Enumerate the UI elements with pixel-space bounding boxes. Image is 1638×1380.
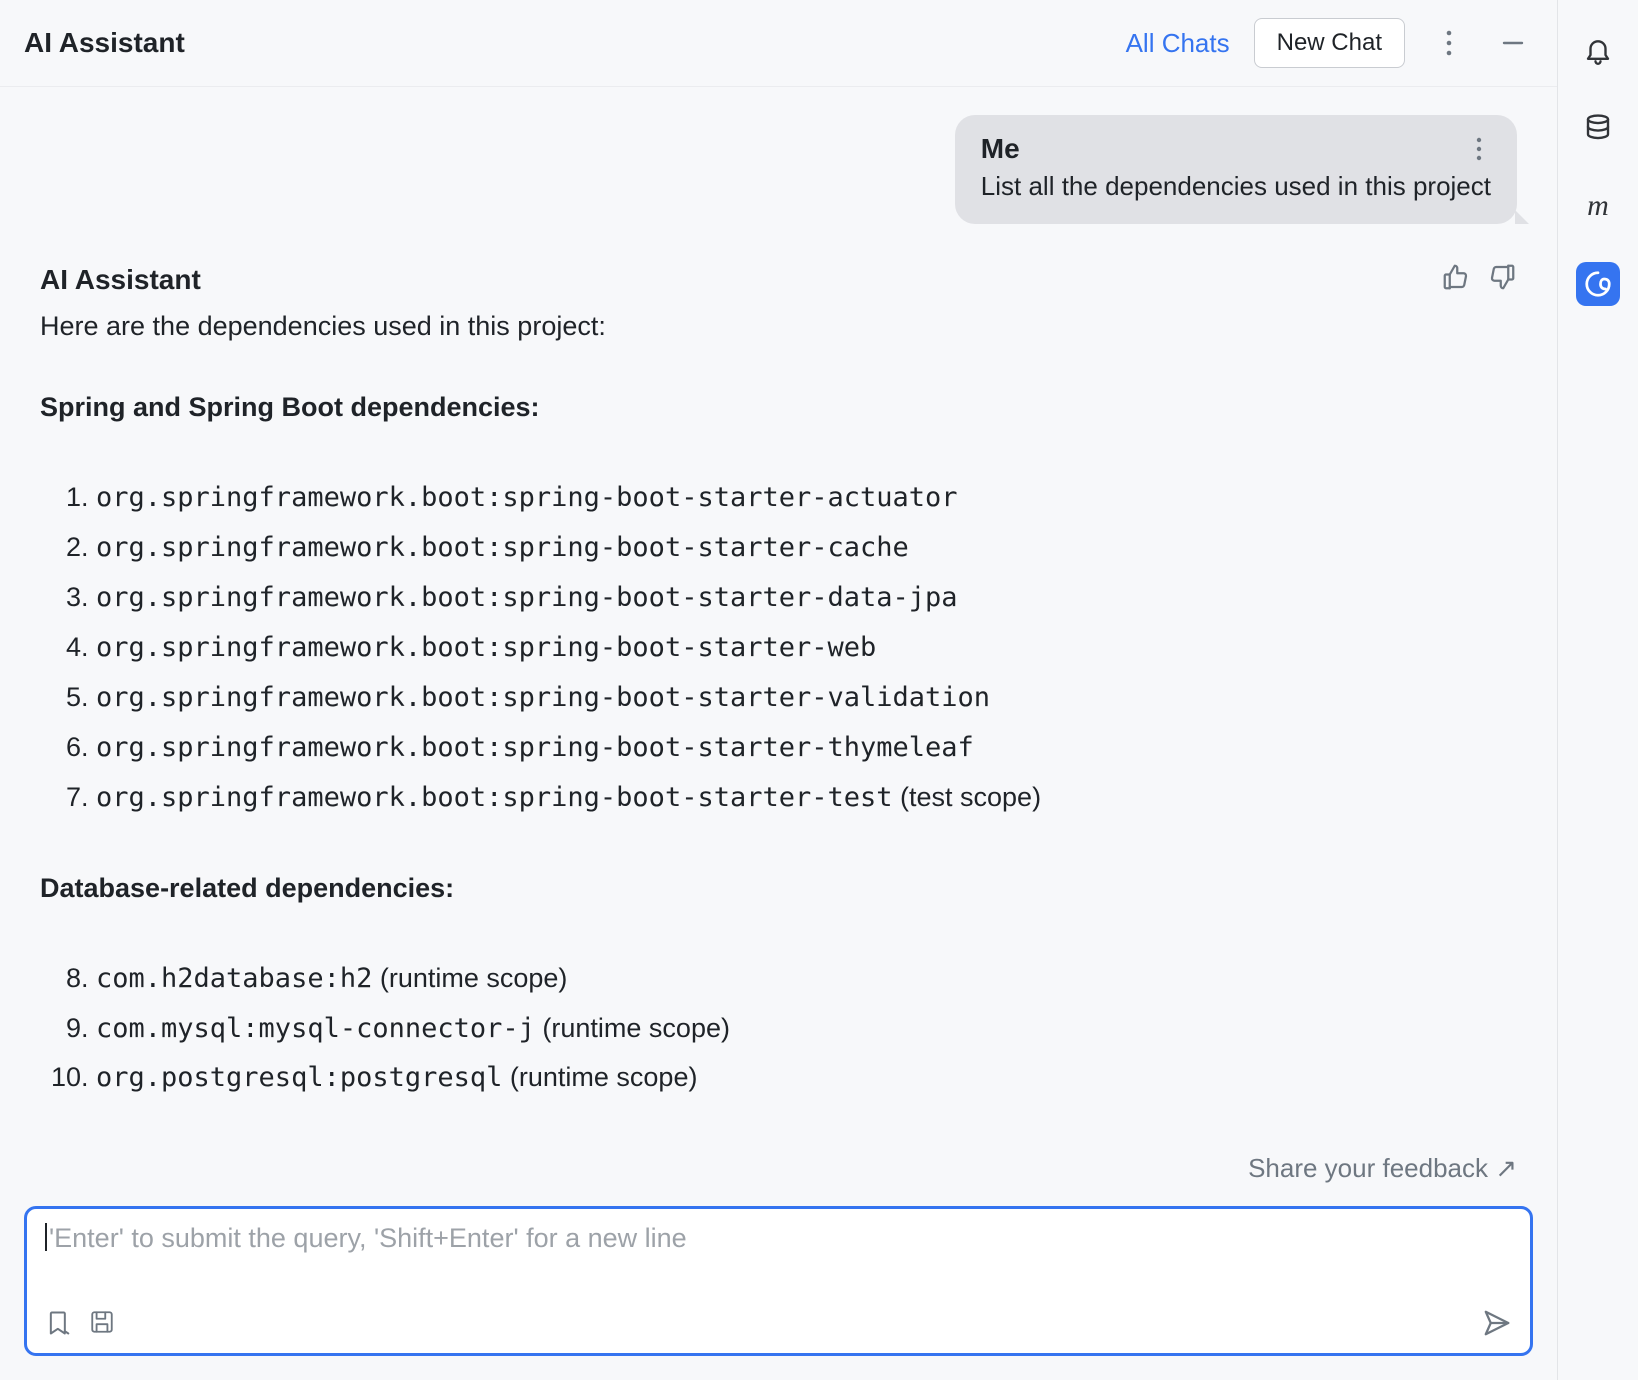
artifact-id: com.mysql:mysql-connector-j	[96, 1013, 535, 1044]
more-options-icon[interactable]	[1429, 23, 1469, 63]
dependency-item: com.mysql:mysql-connector-j (runtime sco…	[96, 1004, 1517, 1054]
dependency-item: org.springframework.boot:spring-boot-sta…	[96, 623, 1517, 673]
chat-input-box[interactable]	[24, 1206, 1533, 1356]
dependency-item: com.h2database:h2 (runtime scope)	[96, 954, 1517, 1004]
maven-icon[interactable]: m	[1576, 184, 1620, 228]
artifact-id: org.springframework.boot:spring-boot-sta…	[96, 682, 990, 713]
dependency-item: org.springframework.boot:spring-boot-sta…	[96, 473, 1517, 523]
artifact-id: org.springframework.boot:spring-boot-sta…	[96, 532, 909, 563]
artifact-id: org.springframework.boot:spring-boot-sta…	[96, 732, 974, 763]
right-rail: m	[1558, 0, 1638, 1380]
main-panel: AI Assistant All Chats New Chat Me	[0, 0, 1558, 1380]
topbar-actions: All Chats New Chat	[1126, 18, 1533, 68]
section-heading: Database-related dependencies:	[40, 873, 1517, 904]
dependency-item: org.postgresql:postgresql (runtime scope…	[96, 1053, 1517, 1103]
assistant-body: Spring and Spring Boot dependencies: org.…	[40, 392, 1517, 1103]
dependency-list: org.springframework.boot:spring-boot-sta…	[40, 473, 1517, 823]
artifact-id: org.springframework.boot:spring-boot-sta…	[96, 582, 958, 613]
user-message-bubble: Me List all the dependencies used in thi…	[955, 115, 1517, 224]
chat-input[interactable]	[49, 1223, 1512, 1285]
scope-note: (runtime scope)	[372, 963, 567, 993]
topbar: AI Assistant All Chats New Chat	[0, 0, 1557, 87]
app-root: AI Assistant All Chats New Chat Me	[0, 0, 1638, 1380]
dependency-item: org.springframework.boot:spring-boot-sta…	[96, 523, 1517, 573]
send-icon[interactable]	[1482, 1308, 1512, 1343]
share-feedback-link[interactable]: Share your feedback ↗	[1248, 1153, 1517, 1184]
artifact-id: org.springframework.boot:spring-boot-sta…	[96, 782, 893, 813]
save-icon[interactable]	[89, 1309, 115, 1342]
thumbs-down-icon[interactable]	[1487, 262, 1517, 297]
artifact-id: org.postgresql:postgresql	[96, 1062, 502, 1093]
text-caret	[45, 1223, 47, 1251]
dependency-item: org.springframework.boot:spring-boot-sta…	[96, 773, 1517, 823]
artifact-id: org.springframework.boot:spring-boot-sta…	[96, 482, 958, 513]
ai-assistant-icon[interactable]	[1576, 262, 1620, 306]
dependency-item: org.springframework.boot:spring-boot-sta…	[96, 573, 1517, 623]
thumbs-up-icon[interactable]	[1441, 262, 1471, 297]
dependency-item: org.springframework.boot:spring-boot-sta…	[96, 673, 1517, 723]
dependency-item: org.springframework.boot:spring-boot-sta…	[96, 723, 1517, 773]
artifact-id: com.h2database:h2	[96, 963, 372, 994]
message-options-icon[interactable]	[1467, 137, 1491, 161]
panel-title: AI Assistant	[24, 27, 185, 59]
scope-note: (runtime scope)	[535, 1013, 730, 1043]
all-chats-link[interactable]: All Chats	[1126, 28, 1230, 59]
assistant-intro: Here are the dependencies used in this p…	[40, 311, 1517, 342]
user-name: Me	[981, 133, 1020, 165]
dependency-list: com.h2database:h2 (runtime scope)com.mys…	[40, 954, 1517, 1104]
bookmark-icon[interactable]	[45, 1309, 73, 1342]
scope-note: (test scope)	[893, 782, 1042, 812]
assistant-name: AI Assistant	[40, 264, 201, 296]
new-chat-button[interactable]: New Chat	[1254, 18, 1405, 68]
input-area-wrap	[0, 1186, 1557, 1380]
chat-scroll-area[interactable]: Me List all the dependencies used in thi…	[0, 87, 1557, 1186]
scope-note: (runtime scope)	[502, 1062, 697, 1092]
user-message-row: Me List all the dependencies used in thi…	[40, 115, 1517, 224]
user-message-text: List all the dependencies used in this p…	[981, 171, 1491, 202]
database-icon[interactable]	[1576, 106, 1620, 150]
assistant-message-block: AI Assistant Here are the dependencies u…	[40, 262, 1517, 1184]
feedback-icons	[1441, 262, 1517, 297]
minimize-icon[interactable]	[1493, 23, 1533, 63]
section-heading: Spring and Spring Boot dependencies:	[40, 392, 1517, 423]
notifications-icon[interactable]	[1576, 28, 1620, 72]
artifact-id: org.springframework.boot:spring-boot-sta…	[96, 632, 876, 663]
